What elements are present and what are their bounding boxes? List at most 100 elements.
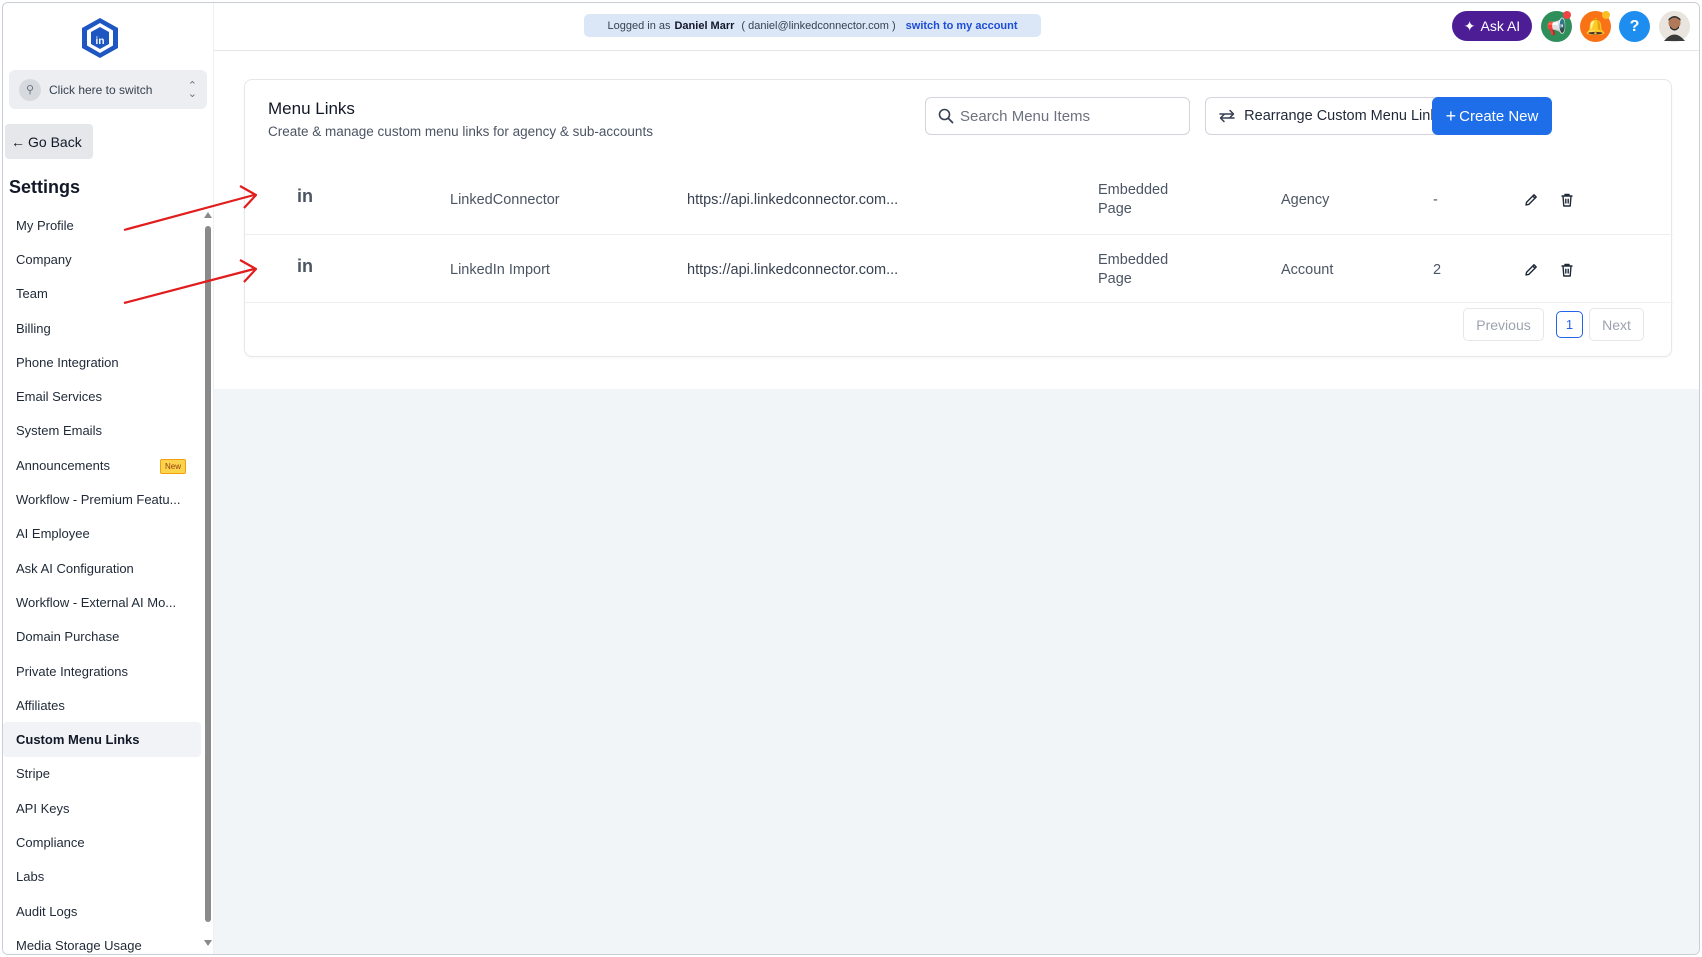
sidebar-scrollbar[interactable] bbox=[204, 212, 212, 946]
sidebar-item-label: Audit Logs bbox=[16, 903, 78, 919]
linkedin-icon: in bbox=[297, 256, 313, 276]
sidebar-item-billing[interactable]: Billing bbox=[3, 311, 201, 345]
sidebar-item-announcements[interactable]: Announcements New bbox=[3, 448, 201, 482]
sidebar-item-label: Media Storage Usage bbox=[16, 937, 142, 953]
sidebar-item-affiliates[interactable]: Affiliates bbox=[3, 688, 201, 722]
table-row: in LinkedIn Import https://api.linkedcon… bbox=[245, 234, 1673, 303]
sidebar-item-label: Email Services bbox=[16, 389, 102, 405]
settings-nav: My Profile Company Team Billing Phone In… bbox=[3, 208, 203, 954]
new-badge: New bbox=[159, 459, 186, 475]
menu-link-url: https://api.linkedconnector.com... bbox=[687, 191, 899, 208]
delete-icon[interactable] bbox=[1559, 235, 1575, 304]
sidebar-item-label: API Keys bbox=[16, 800, 70, 816]
sidebar-item-ask-ai-configuration[interactable]: Ask AI Configuration bbox=[3, 551, 201, 585]
edit-icon[interactable] bbox=[1523, 165, 1539, 234]
scroll-down-arrow-icon[interactable] bbox=[204, 940, 212, 946]
sidebar-item-compliance[interactable]: Compliance bbox=[3, 825, 201, 859]
ask-ai-button[interactable]: ✦ Ask AI bbox=[1452, 11, 1532, 41]
logged-in-prefix: Logged in as bbox=[607, 19, 671, 32]
menu-link-type: Embedded Page bbox=[1098, 165, 1168, 234]
type-line-1: Embedded bbox=[1098, 251, 1169, 268]
menu-link-count: - bbox=[1433, 191, 1438, 208]
menu-link-type: Embedded Page bbox=[1098, 235, 1168, 304]
type-line-2: Page bbox=[1098, 200, 1132, 217]
sidebar-item-labs[interactable]: Labs bbox=[3, 860, 201, 894]
app-logo[interactable]: in bbox=[79, 16, 121, 60]
notification-dot bbox=[1563, 11, 1571, 19]
scroll-up-arrow-icon[interactable] bbox=[204, 212, 212, 218]
sidebar-item-label: My Profile bbox=[16, 217, 74, 233]
sidebar-item-label: Labs bbox=[16, 869, 45, 885]
user-avatar[interactable] bbox=[1659, 11, 1690, 42]
settings-title: Settings bbox=[9, 177, 81, 197]
impersonation-banner: Logged in as Daniel Marr ( daniel@linked… bbox=[584, 14, 1041, 37]
sidebar-item-label: Domain Purchase bbox=[16, 629, 120, 645]
ask-ai-label: Ask AI bbox=[1480, 18, 1521, 34]
sidebar-item-workflow-external-ai[interactable]: Workflow - External AI Mo... bbox=[3, 585, 201, 619]
question-icon: ? bbox=[1629, 17, 1640, 35]
sidebar-item-label: Private Integrations bbox=[16, 663, 129, 679]
logged-in-user-name: Daniel Marr bbox=[674, 19, 735, 32]
switcher-label: Click here to switch bbox=[49, 82, 153, 97]
sidebar-item-company[interactable]: Company bbox=[3, 242, 201, 276]
page-subtitle: Create & manage custom menu links for ag… bbox=[268, 124, 653, 139]
switch-to-my-account-link[interactable]: switch to my account bbox=[906, 20, 1018, 32]
swap-arrows-icon bbox=[1219, 109, 1235, 123]
sidebar: in ⚲ Click here to switch ⌃ ⌄ ← Go Back S… bbox=[3, 3, 214, 954]
logged-in-user-email: ( daniel@linkedconnector.com ) bbox=[741, 19, 896, 32]
sidebar-item-api-keys[interactable]: API Keys bbox=[3, 791, 201, 825]
sidebar-item-workflow-premium[interactable]: Workflow - Premium Featu... bbox=[3, 482, 201, 516]
location-icon: ⚲ bbox=[19, 78, 41, 101]
announcements-button[interactable]: 📢 bbox=[1541, 11, 1572, 42]
sidebar-item-label: AI Employee bbox=[16, 526, 90, 542]
sparkle-icon: ✦ bbox=[1463, 17, 1476, 34]
sidebar-item-email-services[interactable]: Email Services bbox=[3, 379, 201, 413]
account-switcher[interactable]: ⚲ Click here to switch ⌃ ⌄ bbox=[9, 70, 207, 109]
megaphone-icon: 📢 bbox=[1546, 18, 1567, 36]
bell-icon: 🔔 bbox=[1585, 18, 1606, 36]
rearrange-button[interactable]: Rearrange Custom Menu Links bbox=[1205, 97, 1458, 135]
create-new-button[interactable]: + Create New bbox=[1432, 97, 1552, 135]
rearrange-label: Rearrange Custom Menu Links bbox=[1244, 108, 1445, 124]
sidebar-item-team[interactable]: Team bbox=[3, 277, 201, 311]
search-input[interactable] bbox=[960, 107, 1180, 125]
sidebar-item-private-integrations[interactable]: Private Integrations bbox=[3, 654, 201, 688]
search-box[interactable] bbox=[925, 97, 1190, 135]
sidebar-item-custom-menu-links[interactable]: Custom Menu Links bbox=[3, 722, 201, 757]
sidebar-item-ai-employee[interactable]: AI Employee bbox=[3, 517, 201, 551]
sidebar-item-phone-integration[interactable]: Phone Integration bbox=[3, 345, 201, 379]
sidebar-item-media-storage-usage[interactable]: Media Storage Usage bbox=[3, 928, 201, 954]
notifications-button[interactable]: 🔔 bbox=[1580, 11, 1611, 42]
notification-dot bbox=[1602, 11, 1610, 19]
plus-icon: + bbox=[1445, 106, 1457, 126]
sidebar-item-domain-purchase[interactable]: Domain Purchase bbox=[3, 620, 201, 654]
menu-link-name: LinkedIn Import bbox=[450, 261, 550, 278]
go-back-label: Go Back bbox=[28, 133, 82, 150]
sidebar-item-system-emails[interactable]: System Emails bbox=[3, 414, 201, 448]
linkedin-icon: in bbox=[297, 186, 313, 206]
sidebar-item-my-profile[interactable]: My Profile bbox=[3, 208, 201, 242]
sidebar-item-label: Stripe bbox=[16, 766, 50, 782]
sidebar-item-label: Company bbox=[16, 251, 72, 267]
page-number-button[interactable]: 1 bbox=[1556, 311, 1583, 338]
sidebar-item-label: Announcements bbox=[16, 457, 110, 473]
sidebar-item-label: Team bbox=[16, 286, 48, 302]
page-title: Menu Links bbox=[268, 99, 355, 118]
sidebar-item-stripe[interactable]: Stripe bbox=[3, 757, 201, 791]
delete-icon[interactable] bbox=[1559, 165, 1575, 234]
edit-icon[interactable] bbox=[1523, 235, 1539, 304]
menu-links-card: Menu Links Create & manage custom menu l… bbox=[244, 79, 1673, 357]
sidebar-item-label: Compliance bbox=[16, 834, 85, 850]
previous-page-button[interactable]: Previous bbox=[1463, 308, 1544, 341]
go-back-button[interactable]: ← Go Back bbox=[5, 124, 93, 159]
sidebar-item-label: Phone Integration bbox=[16, 354, 119, 370]
next-page-button[interactable]: Next bbox=[1589, 308, 1644, 341]
sidebar-item-label: Workflow - Premium Featu... bbox=[16, 492, 181, 508]
chevron-up-down-icon: ⌃ ⌄ bbox=[187, 79, 197, 100]
menu-link-url: https://api.linkedconnector.com... bbox=[687, 261, 899, 278]
create-new-label: Create New bbox=[1459, 107, 1539, 125]
scroll-thumb[interactable] bbox=[205, 226, 211, 922]
main-content: Menu Links Create & manage custom menu l… bbox=[214, 51, 1699, 954]
help-button[interactable]: ? bbox=[1619, 11, 1650, 42]
sidebar-item-audit-logs[interactable]: Audit Logs bbox=[3, 894, 201, 928]
